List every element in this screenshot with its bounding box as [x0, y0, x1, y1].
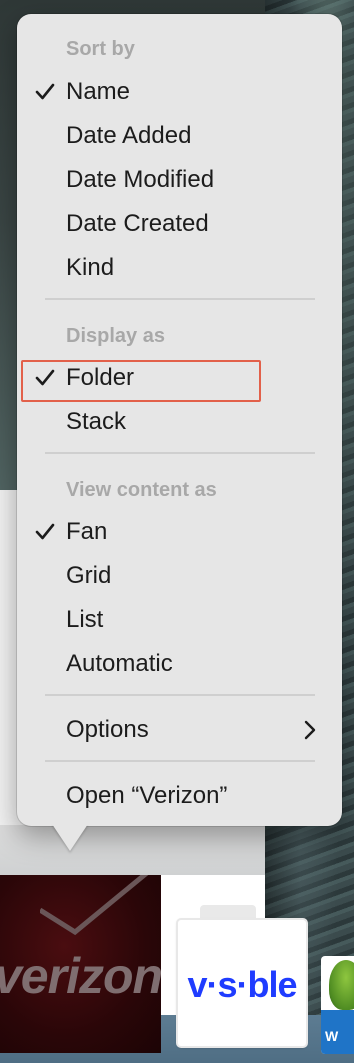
menu-item-label: Stack: [66, 408, 127, 435]
menu-separator: [45, 694, 315, 696]
menu-pointer-tail: [52, 824, 88, 851]
menu-item-label: Automatic: [66, 650, 173, 677]
dock-geico-app-icon[interactable]: W: [321, 956, 354, 1054]
menu-item-sort-name[interactable]: Name: [17, 72, 342, 112]
dock-verizon-folder-icon[interactable]: verizon: [0, 875, 161, 1053]
geico-strip-text: W: [325, 1028, 339, 1044]
menu-item-options[interactable]: Options: [17, 710, 342, 750]
display-as-heading: Display as: [17, 316, 342, 356]
sort-by-heading-label: Sort by: [66, 37, 135, 60]
menu-item-sort-date-modified[interactable]: Date Modified: [17, 160, 342, 200]
menu-item-sort-date-created[interactable]: Date Created: [17, 204, 342, 244]
menu-item-label: Options: [66, 716, 149, 743]
menu-item-label: List: [66, 606, 104, 633]
chevron-right-icon: [304, 710, 318, 750]
gecko-icon: [329, 960, 354, 1010]
view-content-as-heading: View content as: [17, 470, 342, 510]
view-content-as-heading-label: View content as: [66, 478, 217, 501]
menu-item-display-stack[interactable]: Stack: [17, 402, 342, 442]
menu-item-label: Grid: [66, 562, 112, 589]
dock-folder-context-menu: Sort by Name Date Added Date Modified Da…: [17, 14, 342, 826]
menu-item-display-folder[interactable]: Folder: [17, 358, 342, 398]
sort-by-heading: Sort by: [17, 29, 342, 69]
menu-item-label: Name: [66, 78, 131, 105]
dock-visible-app-icon[interactable]: v·s·ble: [178, 920, 306, 1046]
menu-item-open-verizon[interactable]: Open “Verizon”: [17, 776, 342, 816]
checkmark-icon: [35, 72, 57, 112]
menu-item-label: Date Modified: [66, 166, 215, 193]
menu-item-sort-kind[interactable]: Kind: [17, 248, 342, 288]
menu-item-label: Open “Verizon”: [66, 782, 228, 809]
verizon-logo-text: verizon: [0, 948, 161, 1004]
menu-item-label: Fan: [66, 518, 108, 545]
menu-item-label: Date Created: [66, 210, 209, 237]
menu-item-view-list[interactable]: List: [17, 600, 342, 640]
menu-item-view-grid[interactable]: Grid: [17, 556, 342, 596]
checkmark-icon: [35, 358, 57, 398]
menu-separator: [45, 452, 315, 454]
geico-blue-strip: W: [321, 1010, 354, 1054]
menu-item-label: Date Added: [66, 122, 192, 149]
menu-separator: [45, 298, 315, 300]
menu-item-view-automatic[interactable]: Automatic: [17, 644, 342, 684]
menu-item-sort-date-added[interactable]: Date Added: [17, 116, 342, 156]
menu-item-label: Kind: [66, 254, 115, 281]
background-grey-panel: [0, 825, 270, 875]
menu-separator: [45, 760, 315, 762]
checkmark-icon: [35, 512, 57, 552]
verizon-checkmark-logo: [40, 875, 149, 936]
menu-item-view-fan[interactable]: Fan: [17, 512, 342, 552]
display-as-heading-label: Display as: [66, 324, 165, 347]
visible-logo-text: v·s·ble: [187, 964, 297, 1005]
menu-item-label: Folder: [66, 364, 135, 391]
